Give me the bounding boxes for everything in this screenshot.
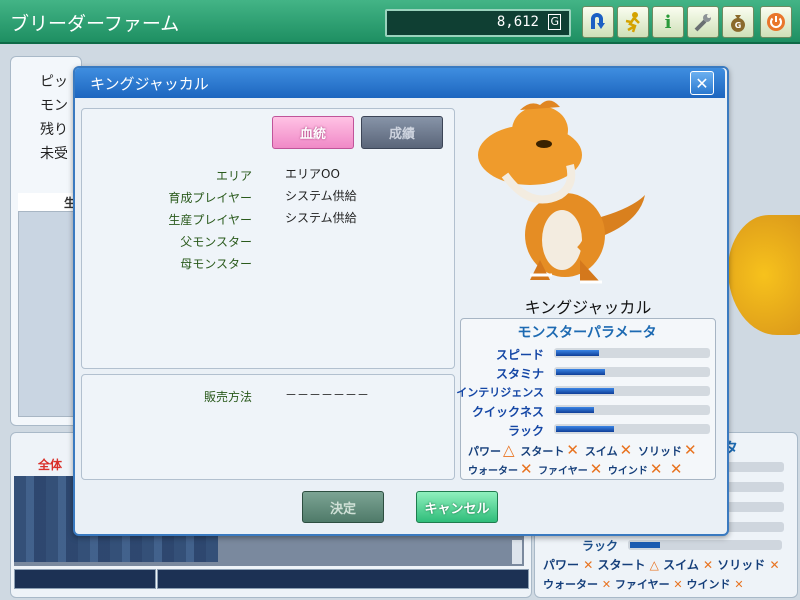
stat-intelligence-label: インテリジェンス — [456, 386, 544, 399]
producer-player-label: 生産プレイヤー — [168, 213, 252, 227]
attr-water: ウォーター — [543, 578, 598, 591]
attr-swim: スイム — [663, 558, 699, 572]
attr-fire: ファイヤー — [614, 578, 670, 591]
area-label: エリア — [215, 169, 252, 183]
area-value: エリアOO — [285, 167, 340, 181]
producer-player-value: システム供給 — [285, 211, 357, 225]
svg-text:G: G — [735, 21, 742, 30]
breeder-player-value: システム供給 — [285, 189, 357, 203]
attr-power-label: パワー — [468, 445, 501, 458]
decide-button[interactable]: 決定 — [302, 491, 384, 523]
cross-icon: ✕ — [619, 441, 633, 459]
cross-icon: ✕ — [669, 460, 683, 478]
attr-fire-label: ファイヤー — [538, 466, 588, 477]
tab-all[interactable]: 全体 — [38, 456, 62, 473]
attr-wind-label: ウインド — [607, 466, 648, 477]
stat-intelligence-fill — [556, 388, 614, 394]
cancel-button[interactable]: キャンセル — [416, 491, 498, 523]
wrench-icon — [694, 14, 711, 32]
close-icon: ✕ — [695, 73, 709, 93]
run-button[interactable] — [617, 6, 649, 38]
background-label: 未受 — [40, 146, 68, 162]
power-button[interactable] — [760, 6, 792, 38]
cross-icon: ✕ — [566, 441, 579, 459]
attr-power: パワー — [543, 558, 580, 572]
stat-quickness-label: クイックネス — [471, 405, 544, 419]
monster-image — [478, 100, 645, 284]
app-title: ブリーダーファーム — [10, 13, 180, 35]
breeder-player-label: 育成プレイヤー — [168, 191, 252, 205]
stat-speed-label: スピード — [495, 348, 544, 362]
info-icon: i — [664, 11, 672, 33]
background-attributes-row1: パワー ✕ スタート △ スイム ✕ ソリッド ✕ — [543, 558, 780, 572]
background-label: 残り — [40, 122, 68, 138]
attributes-row1: パワー △ スタート ✕ スイム ✕ ソリッド ✕ — [468, 441, 699, 459]
triangle-icon: △ — [503, 441, 515, 459]
money-display: 8,612 G — [385, 9, 571, 37]
money-bag-button[interactable]: G — [722, 6, 754, 38]
background-luck-label: ラック — [582, 539, 619, 553]
background-attributes-row2: ウォーター ✕ ファイヤー ✕ ウインド ✕ — [543, 578, 744, 591]
scrollbar[interactable] — [512, 540, 522, 564]
mother-monster-label: 母モンスター — [180, 257, 252, 271]
background-label: ピッ — [40, 74, 68, 90]
background-monster-image — [728, 215, 800, 335]
attr-start-label: スタート — [520, 445, 565, 458]
close-button[interactable]: ✕ — [690, 71, 714, 95]
money-bag-icon: G — [731, 15, 745, 32]
background-bottom-bar-right — [157, 569, 529, 589]
tab-lineage[interactable]: 血統 — [272, 116, 354, 149]
money-value: 8,612 — [496, 14, 539, 30]
attr-start: スタート — [597, 558, 646, 572]
dialog-title: キングジャッカル — [90, 75, 209, 93]
sales-method-value: －－－－－－－ — [285, 388, 370, 402]
attr-swim-label: スイム — [584, 445, 618, 458]
background-bottom-bar-left — [14, 569, 156, 589]
father-monster-label: 父モンスター — [180, 235, 252, 249]
run-icon — [625, 12, 640, 33]
cross-icon: ✕ — [589, 460, 603, 478]
tab-record[interactable]: 成績 — [361, 116, 443, 149]
stat-stamina-label: スタミナ — [495, 367, 544, 381]
back-button[interactable] — [582, 6, 614, 38]
money-unit: G — [548, 14, 561, 30]
settings-button[interactable] — [687, 6, 719, 38]
attr-solid-label: ソリッド — [638, 445, 683, 458]
monster-name: キングジャッカル — [524, 298, 652, 317]
background-luck-fill — [630, 542, 660, 548]
sales-method-label: 販売方法 — [203, 390, 252, 404]
attr-wind: ウインド — [686, 578, 731, 591]
attr-solid: ソリッド — [717, 558, 766, 572]
attr-water-label: ウォーター — [468, 466, 518, 477]
cross-icon: ✕ — [520, 460, 533, 478]
stat-luck-fill — [556, 426, 614, 432]
sales-panel — [81, 374, 455, 480]
stat-luck-label: ラック — [507, 424, 544, 438]
info-button[interactable]: i — [652, 6, 684, 38]
stat-speed-fill — [556, 350, 599, 356]
parameters-title: モンスターパラメータ — [517, 325, 657, 341]
attributes-row2: ウォーター ✕ ファイヤー ✕ ウインド ✕ ✕ — [468, 460, 684, 478]
background-left-labels: ピッ モン 残り 未受 — [40, 70, 68, 166]
stat-stamina-fill — [556, 369, 605, 375]
stat-quickness-fill — [556, 407, 594, 413]
power-icon — [767, 13, 785, 31]
back-icon — [591, 13, 605, 29]
background-label: モン — [40, 98, 68, 114]
cross-icon: ✕ — [684, 441, 697, 459]
cross-icon: ✕ — [649, 460, 663, 478]
